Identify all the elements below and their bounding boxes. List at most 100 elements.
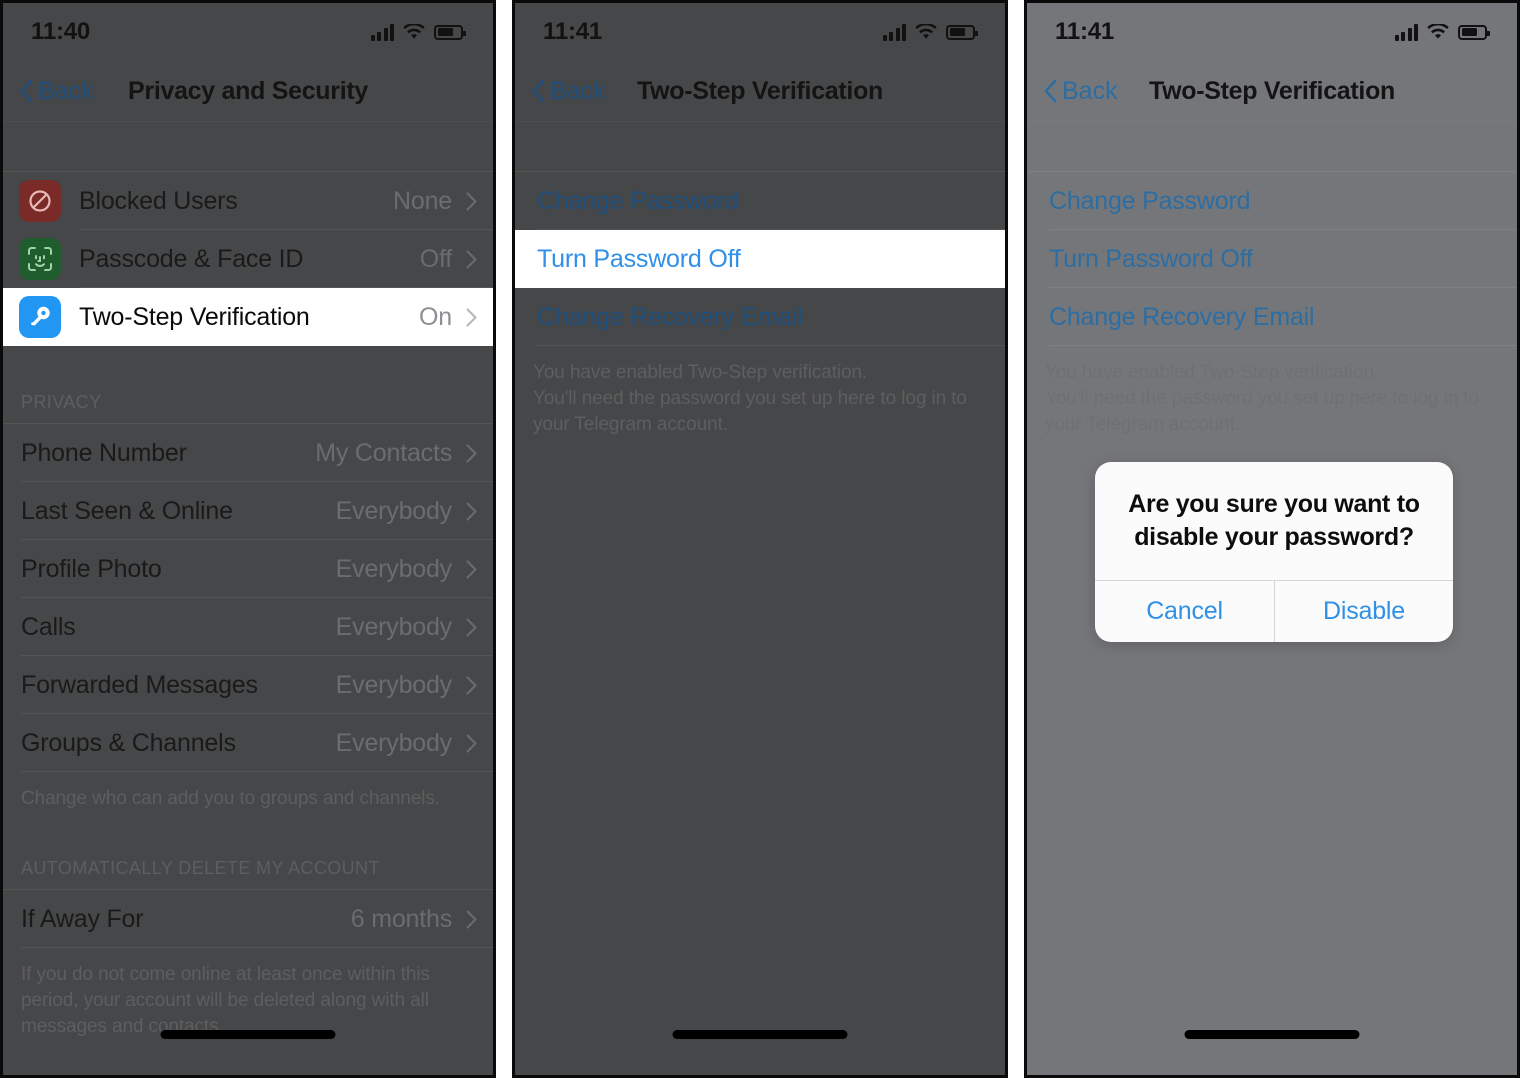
row-blocked-users[interactable]: Blocked Users None <box>3 172 493 230</box>
row-label: Blocked Users <box>79 186 238 215</box>
phone-panel-disable-confirm: 11:41 Back Two-Step Verification Change … <box>1024 0 1520 1078</box>
link-turn-password-off[interactable]: Turn Password Off <box>515 230 1005 288</box>
row-last-seen-online[interactable]: Last Seen & Online Everybody <box>3 482 493 540</box>
cellular-bars-icon <box>882 23 906 41</box>
row-label: Groups & Channels <box>21 728 236 757</box>
link-change-recovery-email[interactable]: Change Recovery Email <box>515 288 1005 346</box>
row-label: Phone Number <box>21 438 187 467</box>
back-button[interactable]: Back <box>19 77 94 106</box>
link-change-password[interactable]: Change Password <box>515 172 1005 230</box>
face-id-icon <box>19 238 61 280</box>
chevron-right-icon <box>466 443 477 463</box>
status-bar-1: 11:40 <box>3 3 493 61</box>
link-turn-password-off[interactable]: Turn Password Off <box>1027 230 1517 288</box>
disable-button[interactable]: Disable <box>1274 581 1453 642</box>
delete-account-header-block: AUTOMATICALLY DELETE MY ACCOUNT <box>3 812 493 890</box>
row-profile-photo[interactable]: Profile Photo Everybody <box>3 540 493 598</box>
home-indicator[interactable] <box>672 1030 848 1039</box>
row-groups-channels[interactable]: Groups & Channels Everybody <box>3 714 493 772</box>
status-bar-2: 11:41 <box>515 3 1005 61</box>
link-change-password[interactable]: Change Password <box>1027 172 1517 230</box>
row-value: On <box>419 302 452 331</box>
row-label: Last Seen & Online <box>21 496 233 525</box>
back-label: Back <box>1062 76 1118 105</box>
section-header-auto-delete: AUTOMATICALLY DELETE MY ACCOUNT <box>21 858 380 878</box>
row-value: My Contacts <box>315 438 452 467</box>
row-value: Everybody <box>335 612 453 641</box>
row-value: 6 months <box>350 904 452 933</box>
link-label: Turn Password Off <box>537 244 741 273</box>
status-clock: 11:41 <box>1055 18 1115 45</box>
chevron-right-icon <box>466 501 477 521</box>
disable-password-dialog: Are you sure you want to disable your pa… <box>1095 462 1453 642</box>
status-bar-3: 11:41 <box>1027 3 1517 61</box>
wifi-icon <box>915 23 937 39</box>
chevron-right-icon <box>466 675 477 695</box>
nav-bar-1: Back Privacy and Security <box>3 61 493 121</box>
wifi-icon <box>1427 23 1449 39</box>
nav-bar-2: Back Two-Step Verification <box>515 61 1005 121</box>
dialog-actions: Cancel Disable <box>1095 580 1453 642</box>
chevron-right-icon <box>466 909 477 929</box>
auto-delete-footer-note: If you do not come online at least once … <box>21 964 430 1037</box>
row-label: Calls <box>21 612 76 641</box>
status-icons <box>882 23 978 41</box>
chevron-right-icon <box>466 617 477 637</box>
row-label: If Away For <box>21 904 144 933</box>
back-label: Back <box>550 76 606 105</box>
row-value: Everybody <box>335 670 453 699</box>
row-two-step-verification[interactable]: Two-Step Verification On <box>3 288 493 346</box>
row-forwarded-messages[interactable]: Forwarded Messages Everybody <box>3 656 493 714</box>
back-button[interactable]: Back <box>1043 77 1118 106</box>
blocked-users-icon <box>19 180 61 222</box>
list-top-spacer <box>515 122 1005 172</box>
chevron-right-icon <box>466 249 477 269</box>
row-calls[interactable]: Calls Everybody <box>3 598 493 656</box>
home-indicator[interactable] <box>160 1030 336 1039</box>
link-change-recovery-email[interactable]: Change Recovery Email <box>1027 288 1517 346</box>
screen-3: 11:41 Back Two-Step Verification Change … <box>1027 3 1517 1075</box>
back-label: Back <box>38 76 94 105</box>
chevron-right-icon <box>466 733 477 753</box>
row-value: None <box>393 186 452 215</box>
back-button[interactable]: Back <box>531 77 606 106</box>
cellular-bars-icon <box>370 23 394 41</box>
link-label: Turn Password Off <box>1049 244 1253 273</box>
link-label: Change Recovery Email <box>537 302 803 331</box>
dialog-title: Are you sure you want to disable your pa… <box>1128 490 1420 551</box>
row-value: Everybody <box>335 554 453 583</box>
row-data-settings[interactable]: Data Settings <box>3 1068 493 1075</box>
row-label: Forwarded Messages <box>21 670 258 699</box>
row-value: Off <box>419 244 452 273</box>
row-label: Two-Step Verification <box>79 302 310 331</box>
chevron-right-icon <box>466 559 477 579</box>
row-passcode-face-id[interactable]: Passcode & Face ID Off <box>3 230 493 288</box>
row-if-away-for[interactable]: If Away For 6 months <box>3 890 493 948</box>
battery-icon <box>946 24 978 40</box>
row-label: Profile Photo <box>21 554 162 583</box>
cancel-button[interactable]: Cancel <box>1095 581 1274 642</box>
chevron-right-icon <box>466 191 477 211</box>
three-panel-screenshot: 11:40 Back Privacy and Security Blocked … <box>0 0 1524 1078</box>
privacy-footer-note: Change who can add you to groups and cha… <box>21 788 440 809</box>
phone-panel-two-step-verification: 11:41 Back Two-Step Verification Change … <box>512 0 1008 1078</box>
chevron-right-icon <box>466 307 477 327</box>
nav-bar-3: Back Two-Step Verification <box>1027 61 1517 121</box>
battery-icon <box>1458 24 1490 40</box>
two-step-footer-note: You have enabled Two-Step verification. … <box>533 362 967 435</box>
list-top-spacer <box>3 122 493 172</box>
row-phone-number[interactable]: Phone Number My Contacts <box>3 424 493 482</box>
key-icon <box>19 296 61 338</box>
chevron-left-icon <box>20 79 33 103</box>
wifi-icon <box>403 23 425 39</box>
phone-panel-privacy-security: 11:40 Back Privacy and Security Blocked … <box>0 0 496 1078</box>
status-icons <box>370 23 466 41</box>
link-label: Change Password <box>1049 186 1251 215</box>
screen-2: 11:41 Back Two-Step Verification Change … <box>515 3 1005 1075</box>
battery-icon <box>434 24 466 40</box>
two-step-footer-note: You have enabled Two-Step verification. … <box>1045 362 1479 435</box>
list-top-spacer <box>1027 122 1517 172</box>
link-label: Change Password <box>537 186 739 215</box>
home-indicator[interactable] <box>1184 1030 1360 1039</box>
privacy-section-header-block: PRIVACY <box>3 346 493 424</box>
